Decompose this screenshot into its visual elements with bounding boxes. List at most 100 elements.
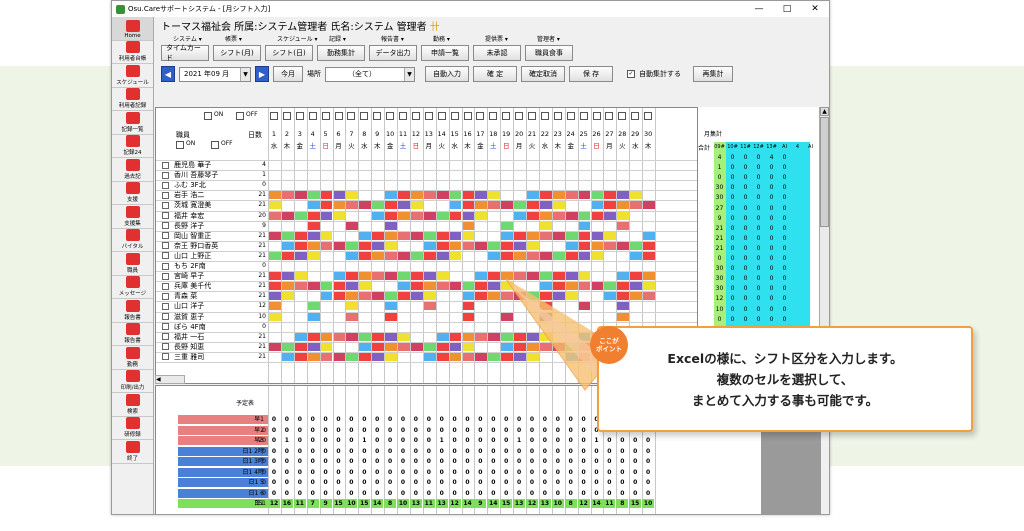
shift-cell[interactable]	[578, 312, 591, 321]
shift-cell[interactable]	[269, 231, 281, 240]
shift-cell[interactable]	[320, 342, 333, 351]
shift-cell[interactable]	[527, 241, 539, 250]
shift-cell[interactable]	[320, 352, 333, 361]
shift-cell[interactable]	[294, 251, 307, 260]
shift-cell[interactable]	[604, 211, 617, 220]
shift-cell[interactable]	[462, 191, 475, 200]
shift-cell[interactable]	[488, 272, 501, 281]
shift-cell[interactable]	[462, 211, 475, 220]
shift-cell[interactable]	[423, 342, 436, 351]
shift-cell[interactable]	[269, 191, 281, 200]
shift-cell[interactable]	[539, 302, 552, 311]
shift-cell[interactable]	[372, 241, 385, 250]
sidebar-item-13[interactable]: 報告書	[112, 323, 153, 346]
shift-cell[interactable]	[385, 272, 397, 281]
sidebar-item-1[interactable]: 利用者台帳	[112, 41, 153, 64]
shift-cell[interactable]	[514, 342, 526, 351]
shift-cell[interactable]	[333, 352, 346, 361]
shift-cell[interactable]	[539, 312, 552, 321]
shift-cell[interactable]	[320, 201, 333, 210]
shift-cell[interactable]	[462, 332, 475, 341]
shift-cell[interactable]	[307, 191, 320, 200]
day-column-checkbox[interactable]	[592, 112, 601, 120]
off-checkbox[interactable]	[236, 112, 244, 120]
shift-cell[interactable]	[423, 211, 436, 220]
shift-cell[interactable]	[372, 292, 385, 301]
shift-cell[interactable]	[320, 282, 333, 291]
sidebar-item-18[interactable]: 終了	[112, 440, 153, 464]
row-checkbox[interactable]	[162, 272, 169, 280]
sidebar-item-15[interactable]: 印刷/出力	[112, 370, 153, 393]
menu-item-3[interactable]: 記録 ▾	[329, 34, 381, 43]
shift-cell[interactable]	[501, 241, 514, 250]
day-column-checkbox[interactable]	[321, 112, 330, 120]
shift-cell[interactable]	[346, 292, 359, 301]
shift-cell[interactable]	[475, 292, 488, 301]
shift-cell[interactable]	[462, 231, 475, 240]
shift-cell[interactable]	[385, 221, 397, 230]
row-checkbox[interactable]	[162, 222, 169, 230]
shift-cell[interactable]	[385, 332, 397, 341]
shift-cell[interactable]	[372, 332, 385, 341]
shift-cell[interactable]	[449, 292, 462, 301]
shift-cell[interactable]	[617, 312, 630, 321]
row-checkbox[interactable]	[162, 262, 169, 270]
shift-cell[interactable]	[539, 221, 552, 230]
shift-cell[interactable]	[410, 211, 423, 220]
day-column-checkbox[interactable]	[360, 112, 369, 120]
row-checkbox[interactable]	[162, 242, 169, 250]
shift-cell[interactable]	[307, 241, 320, 250]
shift-cell[interactable]	[617, 292, 630, 301]
day-column-checkbox[interactable]	[605, 112, 614, 120]
shift-cell[interactable]	[410, 272, 423, 281]
shift-cell[interactable]	[269, 292, 281, 301]
shift-cell[interactable]	[307, 282, 320, 291]
shift-cell[interactable]	[423, 191, 436, 200]
shift-cell[interactable]	[539, 292, 552, 301]
recalc-button[interactable]: 再集計	[693, 66, 733, 82]
sidebar-item-12[interactable]: 報告書	[112, 299, 153, 323]
shift-cell[interactable]	[372, 251, 385, 260]
shift-cell[interactable]	[643, 201, 655, 210]
row-checkbox[interactable]	[162, 161, 169, 169]
sidebar-item-3[interactable]: 利用者記録	[112, 88, 153, 111]
shift-cell[interactable]	[269, 352, 281, 361]
shift-cell[interactable]	[294, 272, 307, 281]
shift-cell[interactable]	[539, 191, 552, 200]
shift-cell[interactable]	[630, 272, 643, 281]
sidebar-item-0[interactable]: Home	[112, 17, 153, 41]
shift-cell[interactable]	[501, 332, 514, 341]
shift-cell[interactable]	[436, 332, 449, 341]
row-checkbox[interactable]	[162, 212, 169, 219]
shift-cell[interactable]	[643, 272, 655, 281]
shift-cell[interactable]	[333, 201, 346, 210]
shift-cell[interactable]	[410, 251, 423, 260]
shift-cell[interactable]	[475, 251, 488, 260]
shift-cell[interactable]	[552, 231, 565, 240]
shift-cell[interactable]	[398, 211, 410, 220]
shift-cell[interactable]	[475, 211, 488, 220]
shift-cell[interactable]	[423, 332, 436, 341]
shift-cell[interactable]	[346, 251, 359, 260]
shift-cell[interactable]	[578, 211, 591, 220]
shift-cell[interactable]	[630, 282, 643, 291]
shift-cell[interactable]	[643, 251, 655, 260]
shift-cell[interactable]	[565, 342, 578, 351]
shift-cell[interactable]	[527, 342, 539, 351]
day-column-checkbox[interactable]	[540, 112, 549, 120]
shift-cell[interactable]	[552, 191, 565, 200]
shift-cell[interactable]	[346, 332, 359, 341]
shift-cell[interactable]	[333, 191, 346, 200]
shift-cell[interactable]	[462, 292, 475, 301]
row-checkbox[interactable]	[162, 282, 169, 290]
shift-cell[interactable]	[346, 302, 359, 311]
shift-cell[interactable]	[591, 211, 604, 220]
shift-cell[interactable]	[643, 211, 655, 220]
shift-cell[interactable]	[449, 332, 462, 341]
shift-cell[interactable]	[385, 231, 397, 240]
shift-cell[interactable]	[475, 201, 488, 210]
shift-cell[interactable]	[307, 302, 320, 311]
prev-month-button[interactable]: ◀	[161, 66, 175, 82]
shift-cell[interactable]	[333, 282, 346, 291]
shift-cell[interactable]	[527, 251, 539, 260]
